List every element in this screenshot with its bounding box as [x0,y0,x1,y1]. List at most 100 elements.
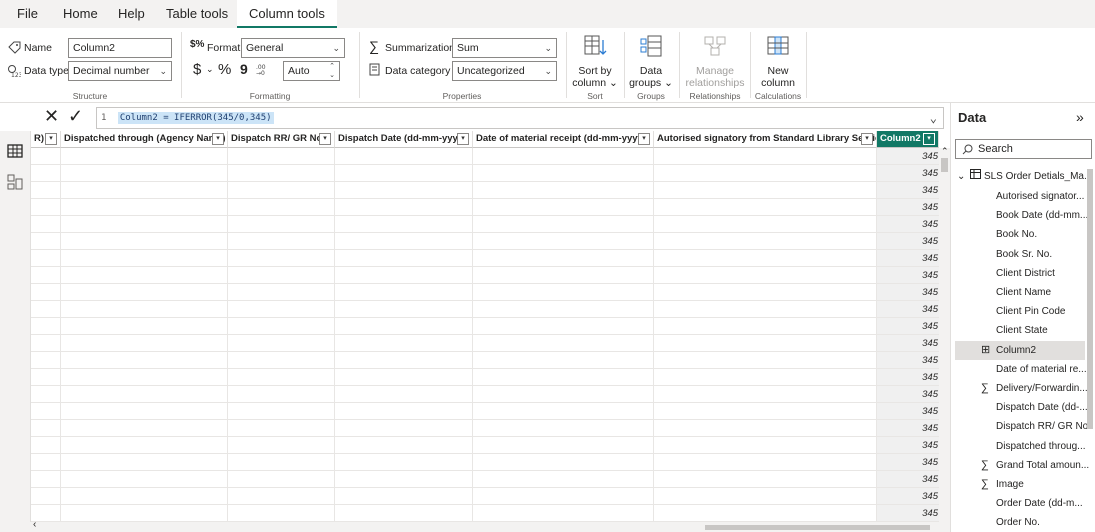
column-filter-icon[interactable]: ▾ [638,133,650,145]
menu-table-tools[interactable]: Table tools [158,0,236,28]
commit-formula-icon[interactable]: ✓ [68,106,83,127]
field-item[interactable]: Client Name [996,283,1051,302]
column2-cell[interactable]: 345 [878,369,938,386]
field-item[interactable]: Book Sr. No. [996,245,1052,264]
horizontal-scroll-thumb[interactable] [705,525,930,530]
column2-cell[interactable]: 345 [878,505,938,522]
separator [181,32,182,98]
column2-cell[interactable]: 345 [878,165,938,182]
column2-cell[interactable]: 345 [878,335,938,352]
field-item[interactable]: Book Date (dd-mm... [996,206,1088,225]
currency-button[interactable]: $ [193,61,201,78]
column2-cell[interactable]: 345 [878,420,938,437]
column2-cell[interactable]: 345 [878,216,938,233]
menu-file[interactable]: File [9,0,46,28]
field-item[interactable]: Autorised signator... [996,187,1084,206]
column2-cell[interactable]: 345 [878,301,938,318]
column-filter-icon[interactable]: ▾ [457,133,469,145]
scroll-thumb[interactable] [941,158,948,172]
column2-cell[interactable]: 345 [878,352,938,369]
field-item[interactable]: Dispatch Date (dd-... [996,398,1088,417]
scroll-up-icon[interactable]: ⌃ [941,146,949,157]
comma-button[interactable]: 9 [240,61,248,77]
formula-text[interactable]: Column2 = IFERROR(345/0,345) [117,112,274,124]
summarization-select[interactable]: Sum ⌄ [452,38,557,58]
field-item[interactable]: Grand Total amoun... [996,456,1089,475]
cancel-formula-icon[interactable]: ✕ [44,106,59,127]
menu-column-tools[interactable]: Column tools [237,0,337,28]
field-item[interactable]: Order No. [996,513,1040,532]
datatype-select[interactable]: Decimal number ⌄ [68,61,172,81]
column2-cell[interactable]: 345 [878,318,938,335]
column-header[interactable]: R) ▾ [31,131,61,148]
column2-cell[interactable]: 345 [878,233,938,250]
column-filter-icon[interactable]: ▾ [319,133,331,145]
column-header[interactable]: Autorised signatory from Standard Librar… [654,131,877,148]
column2-cell[interactable]: 345 [878,199,938,216]
formula-input[interactable]: 1 Column2 = IFERROR(345/0,345) ⌄ [96,107,944,129]
menu-help[interactable]: Help [110,0,153,28]
field-item[interactable]: Date of material re... [996,360,1087,379]
column2-cell[interactable]: 345 [878,403,938,420]
column2-cell[interactable]: 345 [878,454,938,471]
column2-cell[interactable]: 345 [878,471,938,488]
column-header-selected[interactable]: Column2 ▾ [877,131,939,148]
fields-search-input[interactable]: Search [955,139,1092,159]
sigma-icon: ∑ [369,38,379,54]
table-tree-node[interactable]: ⌄ SLS Order Detials_Ma... [957,167,1092,186]
field-item[interactable]: Delivery/Forwardin... [996,379,1088,398]
column2-cell[interactable]: 345 [878,267,938,284]
percent-button[interactable]: % [218,61,231,78]
column-header[interactable]: Dispatch RR/ GR No. ▾ [228,131,335,148]
decimal-places-icon[interactable]: .00 →0 [252,62,268,79]
field-item[interactable]: Dispatched throug... [996,437,1086,456]
field-item[interactable]: Dispatch RR/ GR No. [996,417,1091,436]
column-header[interactable]: Date of material receipt (dd-mm-yyyy) ▾ [473,131,654,148]
collapse-pane-icon[interactable]: » [1076,109,1084,125]
column2-cell[interactable]: 345 [878,488,938,505]
column-filter-icon[interactable]: ▾ [45,133,57,145]
table-row: 345 [31,454,950,471]
chevron-down-icon[interactable]: ⌄ [206,64,214,75]
format-select[interactable]: General ⌄ [241,38,345,58]
new-column-button[interactable]: New column [754,34,802,89]
field-item[interactable]: Book No. [996,225,1037,244]
column2-cell[interactable]: 345 [878,386,938,403]
expand-formula-icon[interactable]: ⌄ [930,108,937,128]
table-row: 345 [31,216,950,233]
data-groups-button[interactable]: Data groups ⌄ [628,34,674,89]
decimal-places-stepper[interactable]: Auto ⌃ ⌄ [283,61,340,81]
column2-cell[interactable]: 345 [878,148,938,165]
column2-cell[interactable]: 345 [878,250,938,267]
field-item[interactable]: Order Date (dd-m... [996,494,1083,513]
sort-by-column-button[interactable]: Sort by column ⌄ [572,34,618,89]
column-header[interactable]: Dispatched through (Agency Name) ▾ [61,131,228,148]
column-filter-icon[interactable]: ▾ [212,133,224,145]
chevron-down-icon[interactable]: ⌄ [957,171,965,182]
column2-cell[interactable]: 345 [878,284,938,301]
scroll-left-icon[interactable]: ‹ [33,519,36,530]
table-row: 345 [31,318,950,335]
field-item[interactable]: Image [996,475,1024,494]
menu-bar: File Home Help Table tools Column tools [0,0,1095,28]
table-icon [970,169,984,182]
pane-scroll-thumb[interactable] [1087,169,1093,429]
vertical-scrollbar[interactable]: ⌃ ⌄ [939,146,950,532]
table-view-icon[interactable] [6,142,24,160]
column-header[interactable]: Dispatch Date (dd-mm-yyyy) ▾ [335,131,473,148]
field-item[interactable]: Column2 [996,341,1036,360]
column2-cell[interactable]: 345 [878,437,938,454]
manage-relationships-button[interactable]: Manage relationships [683,34,747,89]
data-category-select[interactable]: Uncategorized ⌄ [452,61,557,81]
column-filter-icon[interactable]: ▾ [861,133,873,145]
field-item[interactable]: Client State [996,321,1048,340]
column2-cell[interactable]: 345 [878,182,938,199]
menu-home[interactable]: Home [55,0,106,28]
field-item[interactable]: Client District [996,264,1055,283]
name-field[interactable]: Column2 [68,38,172,58]
horizontal-scrollbar[interactable]: ‹ [0,519,950,532]
column-filter-icon[interactable]: ▾ [923,133,935,145]
spin-arrows-icon[interactable]: ⌃ ⌄ [329,62,335,80]
model-view-icon[interactable] [6,173,24,191]
field-item[interactable]: Client Pin Code [996,302,1065,321]
